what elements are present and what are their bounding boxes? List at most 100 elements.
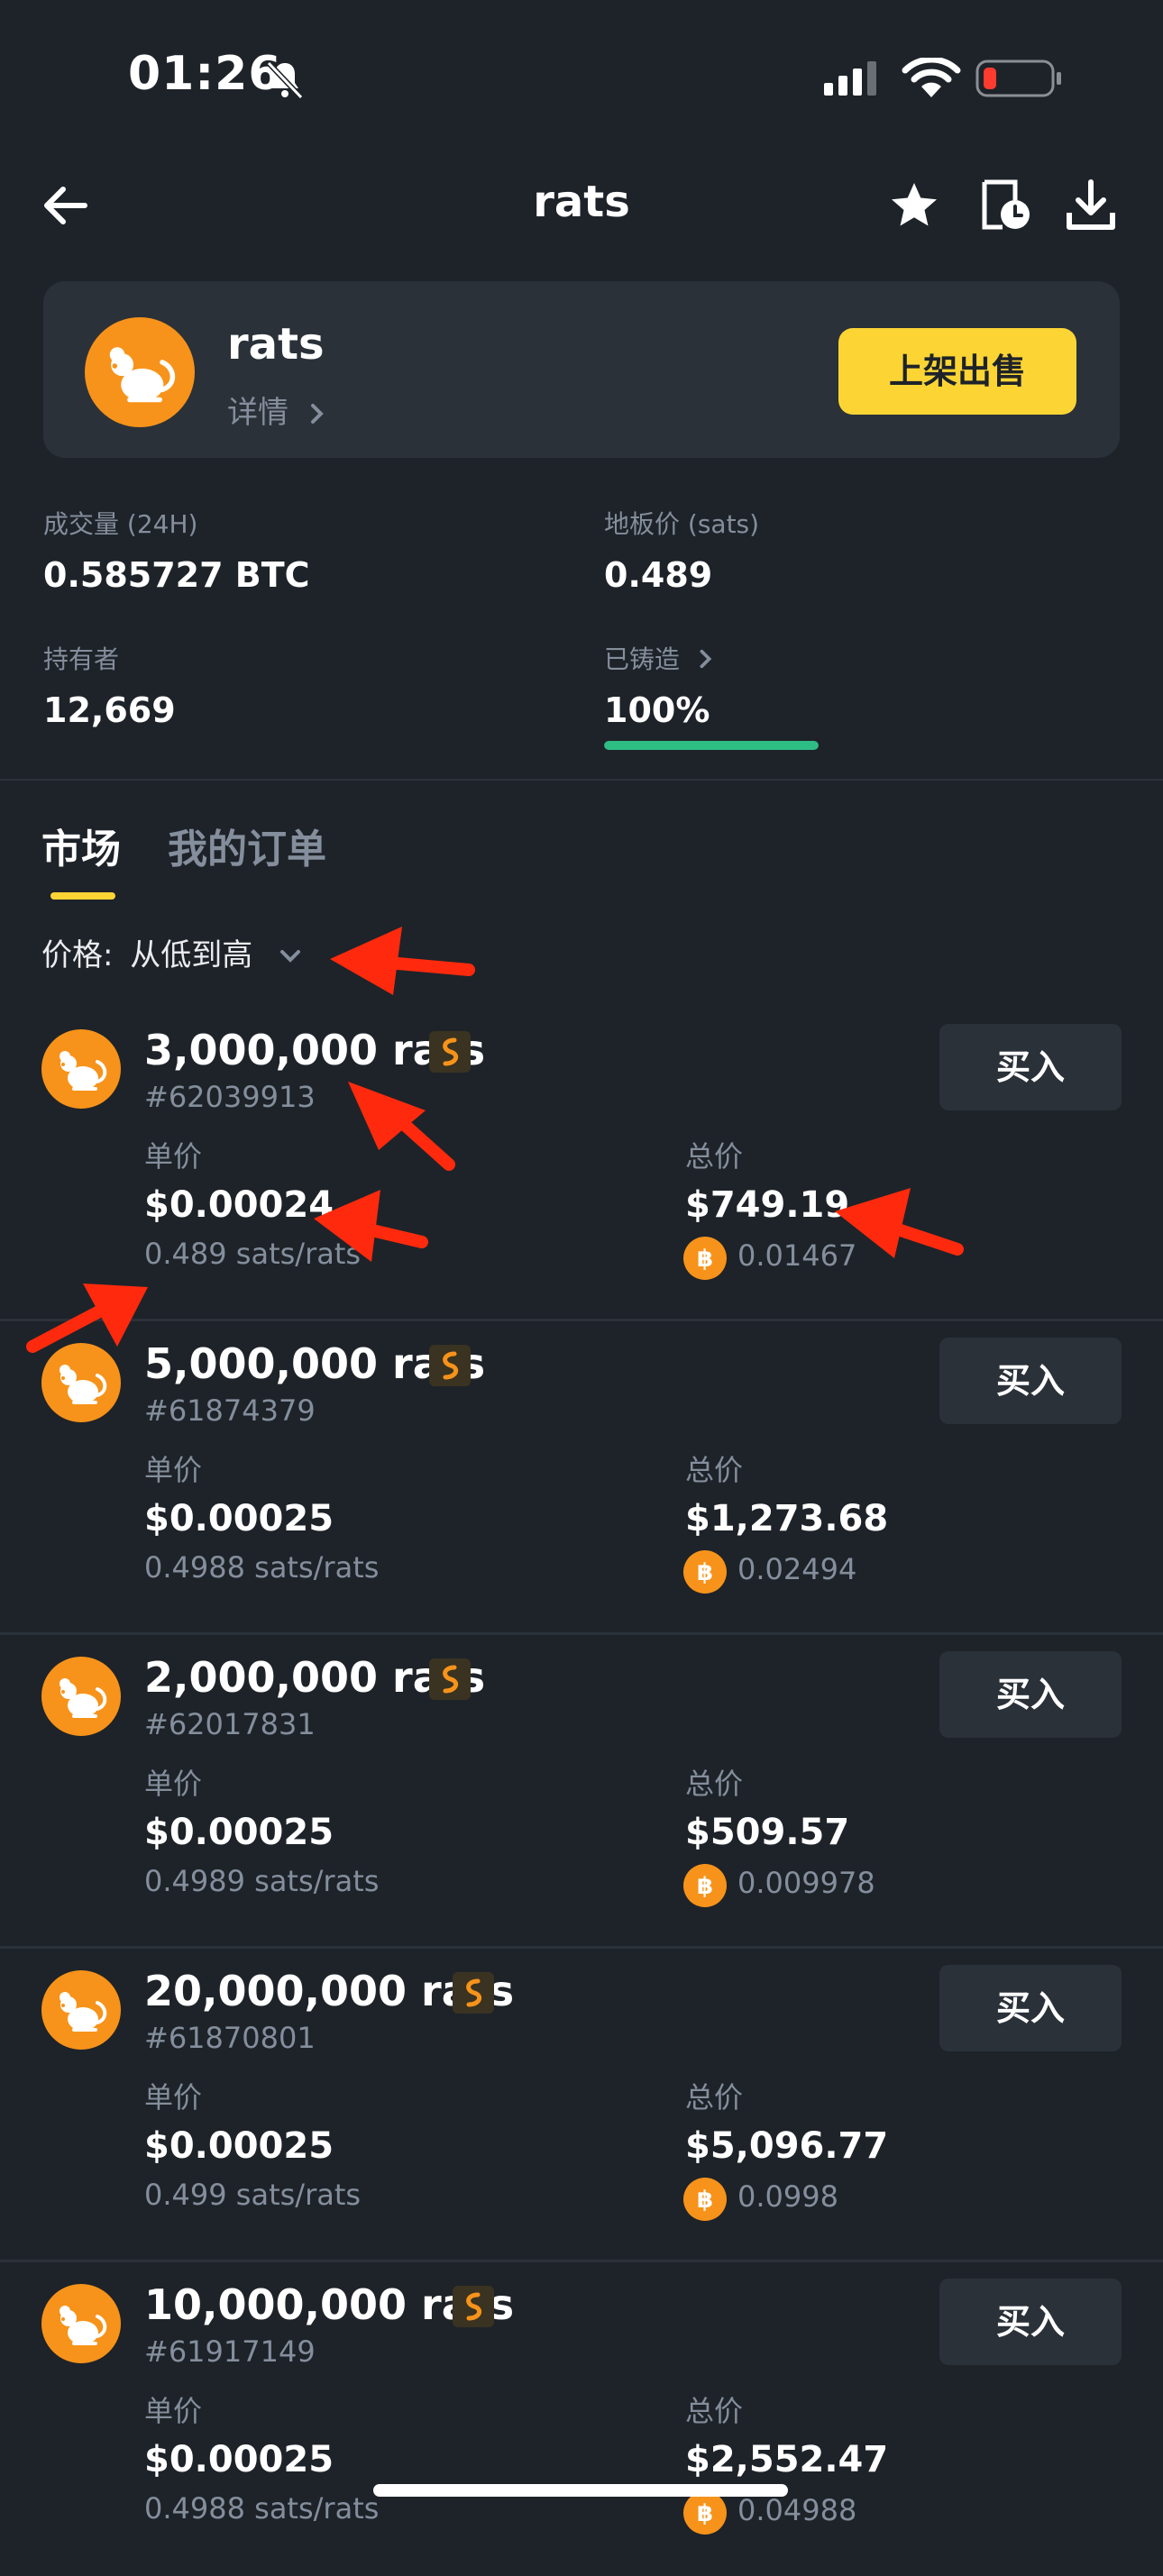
star-icon[interactable] <box>887 178 941 233</box>
total-price-btc: 0.02494 <box>737 1552 857 1586</box>
history-icon[interactable] <box>979 178 1033 233</box>
battery-low-icon <box>975 59 1061 97</box>
svg-text:฿: ฿ <box>697 2500 713 2527</box>
active-tab-indicator <box>50 892 115 900</box>
volume-value: 0.585727 BTC <box>43 555 310 595</box>
unit-price-value: $0.00025 <box>144 2439 334 2480</box>
listing-card[interactable]: 20,000,000 rats #61870801 买入 单价 总价 $0.00025 $5… <box>0 1949 1163 2262</box>
unit-price-value: $0.00025 <box>144 1498 334 1539</box>
cellular-signal-icon <box>824 61 876 96</box>
listing-card[interactable]: 3,000,000 rats #62039913 买入 单价 总价 $0.00024 $74… <box>0 1008 1163 1321</box>
unit-price-label: 单价 <box>144 1139 203 1174</box>
holders-label: 持有者 <box>43 644 120 674</box>
total-price-label: 总价 <box>685 1767 744 1801</box>
unit-price-value: $0.00024 <box>144 1184 334 1226</box>
unit-price-sats: 0.4988 sats/rats <box>144 1550 380 1585</box>
floor-price-label: 地板价 (sats) <box>604 509 760 539</box>
section-divider <box>0 779 1163 781</box>
unit-price-sats: 0.489 sats/rats <box>144 1237 362 1271</box>
minted-link[interactable]: 已铸造 <box>604 640 717 676</box>
listing-card[interactable]: 10,000,000 rats #61917149 买入 单价 总价 $0.00025 $2… <box>0 2262 1163 2576</box>
status-time: 01:26 <box>128 47 282 101</box>
tab-my-orders[interactable]: 我的订单 <box>168 817 326 874</box>
buy-button[interactable]: 买入 <box>939 1651 1122 1738</box>
unit-price-label: 单价 <box>144 1767 203 1801</box>
tab-market[interactable]: 市场 <box>41 817 121 874</box>
buy-button[interactable]: 买入 <box>939 1338 1122 1424</box>
collection-name: rats <box>227 319 325 370</box>
listing-id: #61870801 <box>144 2021 316 2055</box>
chevron-right-icon <box>700 649 712 669</box>
home-indicator <box>373 2484 788 2497</box>
unit-price-value: $0.00025 <box>144 2125 334 2167</box>
bitcoin-icon: ฿ <box>683 1237 727 1280</box>
annotation-arrow-sort <box>381 956 475 976</box>
floor-price-value: 0.489 <box>604 555 713 595</box>
inscription-badge-icon <box>453 1972 494 2014</box>
unit-price-sats: 0.4988 sats/rats <box>144 2491 380 2526</box>
total-price-btc: 0.009978 <box>737 1866 875 1900</box>
buy-button[interactable]: 买入 <box>939 1965 1122 2051</box>
rats-logo-icon <box>41 1343 121 1422</box>
minted-value: 100% <box>604 690 710 730</box>
listing-card[interactable]: 2,000,000 rats #62017831 买入 单价 总价 $0.00025 $50… <box>0 1635 1163 1949</box>
total-price-value: $2,552.47 <box>685 2439 889 2480</box>
sort-value: 从低到高 <box>130 937 253 973</box>
total-price-label: 总价 <box>685 1139 744 1174</box>
total-price-label: 总价 <box>685 2080 744 2115</box>
total-price-btc: 0.0998 <box>737 2179 838 2214</box>
sort-dropdown[interactable]: 价格: 从低到高 <box>41 930 304 974</box>
chevron-right-icon <box>310 404 324 424</box>
unit-price-label: 单价 <box>144 1453 203 1487</box>
rats-logo-icon <box>41 1970 121 2050</box>
inscription-badge-icon <box>429 1658 471 1700</box>
svg-text:฿: ฿ <box>697 1559 713 1586</box>
rats-logo-icon <box>41 1657 121 1736</box>
unit-price-sats: 0.499 sats/rats <box>144 2178 362 2212</box>
total-price-value: $509.57 <box>685 1812 850 1853</box>
total-price-value: $749.19 <box>685 1184 850 1226</box>
download-icon[interactable] <box>1064 178 1118 233</box>
bitcoin-icon: ฿ <box>683 1550 727 1594</box>
total-price-label: 总价 <box>685 1453 744 1487</box>
rats-logo-icon <box>85 317 195 427</box>
chevron-down-icon <box>280 950 301 963</box>
list-for-sale-button[interactable]: 上架出售 <box>838 328 1076 415</box>
listing-card[interactable]: 5,000,000 rats #61874379 买入 单价 总价 $0.00025 $1,… <box>0 1321 1163 1635</box>
silent-mode-icon <box>266 60 304 100</box>
rats-logo-icon <box>41 2284 121 2363</box>
listing-id: #62017831 <box>144 1707 316 1741</box>
total-price-btc: 0.04988 <box>737 2493 857 2527</box>
unit-price-value: $0.00025 <box>144 1812 334 1853</box>
total-price-value: $1,273.68 <box>685 1498 889 1539</box>
svg-text:฿: ฿ <box>697 1873 713 1900</box>
unit-price-label: 单价 <box>144 2394 203 2428</box>
listing-id: #62039913 <box>144 1080 316 1114</box>
total-price-label: 总价 <box>685 2394 744 2428</box>
rats-logo-icon <box>41 1029 121 1109</box>
inscription-badge-icon <box>429 1345 471 1386</box>
listing-id: #61874379 <box>144 1393 316 1428</box>
svg-text:฿: ฿ <box>697 2187 713 2214</box>
total-price-value: $5,096.77 <box>685 2125 889 2167</box>
listing-id: #61917149 <box>144 2334 316 2369</box>
minted-progress-bar <box>604 741 819 750</box>
wifi-icon <box>902 58 961 97</box>
minted-label: 已铸造 <box>604 644 681 674</box>
inscription-badge-icon <box>453 2286 494 2327</box>
detail-label: 详情 <box>227 395 288 431</box>
inscription-badge-icon <box>429 1031 471 1073</box>
bitcoin-icon: ฿ <box>683 1864 727 1907</box>
unit-price-sats: 0.4989 sats/rats <box>144 1864 380 1898</box>
volume-label: 成交量 (24H) <box>43 509 198 539</box>
holders-value: 12,669 <box>43 690 176 730</box>
bitcoin-icon: ฿ <box>683 2178 727 2221</box>
svg-text:฿: ฿ <box>697 1246 713 1273</box>
sort-label: 价格: <box>41 937 114 973</box>
buy-button[interactable]: 买入 <box>939 2279 1122 2365</box>
total-price-btc: 0.01467 <box>737 1238 857 1273</box>
bitcoin-icon: ฿ <box>683 2491 727 2535</box>
buy-button[interactable]: 买入 <box>939 1024 1122 1110</box>
minted-progress-fill <box>604 741 819 750</box>
collection-detail-link[interactable]: 详情 <box>227 388 329 432</box>
